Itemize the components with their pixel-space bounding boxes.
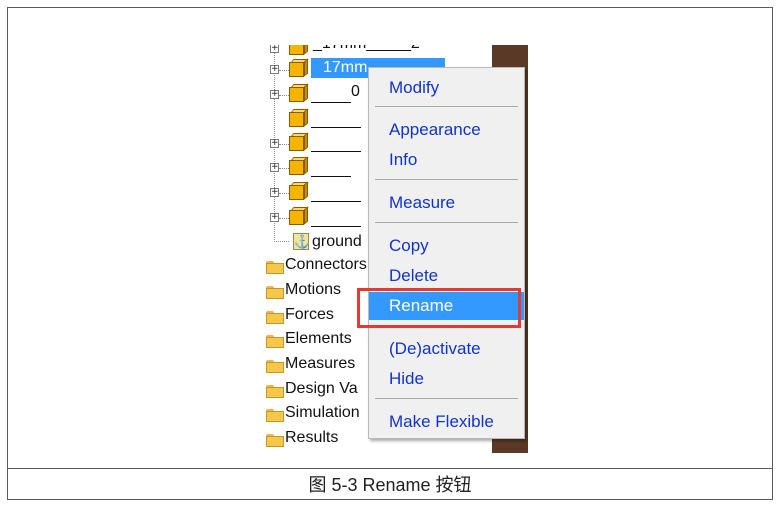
tree-folder-results[interactable]: Results xyxy=(285,429,338,447)
tree-branch xyxy=(279,95,289,96)
cube-part-icon xyxy=(289,83,309,103)
tree-item-blank xyxy=(311,102,351,103)
tree-item-blank xyxy=(311,176,351,177)
tree-folder-forces[interactable]: Forces xyxy=(285,306,334,324)
menu-item-modify[interactable]: Modify xyxy=(369,74,524,102)
folder-icon xyxy=(266,385,284,398)
tree-item-blank xyxy=(311,127,361,128)
tree-item-blank xyxy=(311,226,361,227)
figure-caption-row: 图 5-3 Rename 按钮 xyxy=(8,468,772,499)
tree-item-blank xyxy=(311,151,361,152)
menu-separator xyxy=(375,325,518,326)
tree-folder-design-variables[interactable]: Design Va xyxy=(285,380,358,398)
cube-part-icon xyxy=(289,181,309,201)
menu-item-delete[interactable]: Delete xyxy=(369,262,524,290)
cube-part-icon xyxy=(289,58,309,78)
tree-branch xyxy=(279,193,289,194)
menu-separator xyxy=(375,222,518,223)
tree-folder-elements[interactable]: Elements xyxy=(285,330,352,348)
tree-branch xyxy=(274,241,289,242)
folder-icon xyxy=(266,286,284,299)
folder-icon xyxy=(266,335,284,348)
plus-expander-icon[interactable]: + xyxy=(270,188,279,197)
menu-item-hide[interactable]: Hide xyxy=(369,365,524,393)
plus-expander-icon[interactable]: + xyxy=(270,139,279,148)
cube-part-icon xyxy=(289,132,309,152)
tree-item-ground[interactable]: ground xyxy=(312,233,362,251)
context-menu: Modify Appearance Info Measure Copy Dele… xyxy=(368,67,525,439)
tree-item-selected-label: 17mm xyxy=(323,59,368,76)
folder-icon xyxy=(266,434,284,447)
anchor-icon: ⚓ xyxy=(293,233,311,250)
menu-item-make-flexible[interactable]: Make Flexible xyxy=(369,408,524,436)
cube-part-icon xyxy=(289,156,309,176)
folder-icon xyxy=(266,311,284,324)
menu-item-measure[interactable]: Measure xyxy=(369,189,524,217)
plus-expander-icon[interactable]: + xyxy=(270,163,279,172)
tree-branch xyxy=(279,218,289,219)
menu-item-rename[interactable]: Rename xyxy=(369,292,524,320)
tree-branch xyxy=(279,70,289,71)
figure-caption: 图 5-3 Rename 按钮 xyxy=(308,475,472,495)
tree-folder-motions[interactable]: Motions xyxy=(285,281,341,299)
folder-icon xyxy=(266,261,284,274)
tree-folder-simulations[interactable]: Simulation xyxy=(285,404,360,422)
plus-expander-icon[interactable]: + xyxy=(270,45,279,53)
plus-expander-icon[interactable]: + xyxy=(270,213,279,222)
menu-separator xyxy=(375,106,518,107)
cube-part-icon xyxy=(289,206,309,226)
figure-frame: + _17mm_____2 + 17mm + 0 + + + + xyxy=(7,7,773,500)
tree-branch xyxy=(279,168,289,169)
menu-item-copy[interactable]: Copy xyxy=(369,232,524,260)
folder-icon xyxy=(266,360,284,373)
tree-folder-measures[interactable]: Measures xyxy=(285,355,355,373)
plus-expander-icon[interactable]: + xyxy=(270,65,279,74)
menu-separator xyxy=(375,398,518,399)
plus-expander-icon[interactable]: + xyxy=(270,90,279,99)
menu-item-appearance[interactable]: Appearance xyxy=(369,116,524,144)
screenshot-area: + _17mm_____2 + 17mm + 0 + + + + xyxy=(265,45,528,453)
folder-icon xyxy=(266,409,284,422)
tree-item-label: 0 xyxy=(351,83,360,100)
cube-part-icon xyxy=(289,108,309,128)
tree-item-blank xyxy=(311,201,361,202)
tree-item-label: _17mm_____2 xyxy=(313,45,420,53)
tree-folder-connectors[interactable]: Connectors xyxy=(285,256,367,274)
menu-item-deactivate[interactable]: (De)activate xyxy=(369,335,524,363)
tree-branch xyxy=(279,144,289,145)
cube-part-icon xyxy=(289,45,309,56)
menu-separator xyxy=(375,179,518,180)
menu-item-info[interactable]: Info xyxy=(369,146,524,174)
